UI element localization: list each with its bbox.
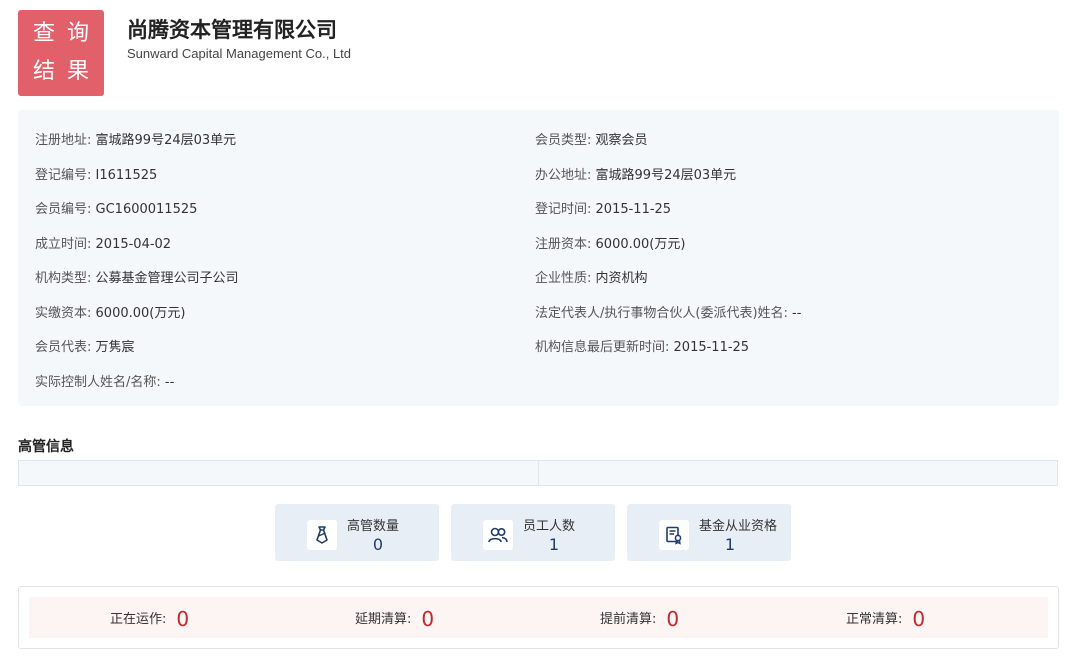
executives-section-title: 高管信息	[18, 439, 74, 455]
status-count: 0	[421, 607, 435, 631]
info-legal-representative: 法定代表人/执行事物合伙人(委派代表)姓名: --	[535, 302, 801, 321]
info-value: 2015-04-02	[95, 237, 172, 252]
executives-table-cell	[539, 461, 1058, 485]
company-name-cn: 尚腾资本管理有限公司	[127, 18, 337, 42]
info-member-representative: 会员代表: 万隽宸	[35, 336, 135, 355]
info-value: 2015-11-25	[595, 202, 672, 217]
info-key: 实际控制人姓名/名称:	[35, 375, 161, 390]
status-operating: 正在运作: 0	[110, 607, 189, 631]
info-key: 会员代表:	[35, 340, 92, 355]
info-org-type: 机构类型: 公募基金管理公司子公司	[35, 267, 239, 286]
stat-label: 员工人数	[523, 519, 576, 534]
info-key: 机构信息最后更新时间:	[535, 340, 670, 355]
status-label: 正在运作:	[110, 612, 167, 627]
info-key: 法定代表人/执行事物合伙人(委派代表)姓名:	[535, 306, 788, 321]
info-established-date: 成立时间: 2015-04-02	[35, 233, 171, 252]
info-key: 注册地址:	[35, 133, 92, 148]
badge-line-1: 查询	[32, 21, 101, 46]
status-label: 延期清算:	[355, 612, 412, 627]
info-value: 富城路99号24层03单元	[95, 133, 237, 148]
info-value: 6000.00(万元)	[95, 306, 186, 321]
info-registered-capital: 注册资本: 6000.00(万元)	[535, 233, 685, 252]
tie-icon	[307, 520, 337, 550]
query-result-badge: 查询 结果	[18, 10, 104, 96]
info-key: 机构类型:	[35, 271, 92, 286]
status-normal-liquidation: 正常清算: 0	[846, 607, 925, 631]
executives-table	[18, 460, 1058, 486]
badge-line-2: 结果	[32, 59, 101, 84]
info-value: --	[164, 375, 175, 390]
info-value: --	[792, 306, 802, 321]
info-member-number: 会员编号: GC1600011525	[35, 198, 197, 217]
info-value: 富城路99号24层03单元	[595, 168, 737, 183]
company-name-en: Sunward Capital Management Co., Ltd	[127, 46, 352, 61]
stat-card-executive-count[interactable]: 高管数量 0	[275, 504, 439, 561]
info-value: 2015-11-25	[673, 340, 750, 355]
status-count: 0	[666, 607, 680, 631]
status-count: 0	[912, 607, 926, 631]
company-info-panel: 注册地址: 富城路99号24层03单元 登记编号: I1611525 会员编号:…	[18, 110, 1059, 406]
info-key: 会员编号:	[35, 202, 92, 217]
info-last-update: 机构信息最后更新时间: 2015-11-25	[535, 336, 749, 355]
info-enterprise-nature: 企业性质: 内资机构	[535, 267, 648, 286]
info-value: I1611525	[95, 168, 158, 183]
info-office-address: 办公地址: 富城路99号24层03单元	[535, 164, 736, 183]
info-key: 企业性质:	[535, 271, 592, 286]
info-value: 公募基金管理公司子公司	[95, 271, 239, 286]
executives-table-cell	[19, 461, 539, 485]
info-key: 实缴资本:	[35, 306, 92, 321]
stat-label: 高管数量	[347, 519, 400, 534]
stat-card-fund-qualification[interactable]: 基金从业资格 1	[627, 504, 791, 561]
info-value: 6000.00(万元)	[595, 237, 686, 252]
stat-value: 1	[724, 535, 736, 554]
status-delayed-liquidation: 延期清算: 0	[355, 607, 434, 631]
info-member-type: 会员类型: 观察会员	[535, 129, 648, 148]
info-key: 办公地址:	[535, 168, 592, 183]
info-registered-address: 注册地址: 富城路99号24层03单元	[35, 129, 236, 148]
info-paid-capital: 实缴资本: 6000.00(万元)	[35, 302, 185, 321]
info-actual-controller: 实际控制人姓名/名称: --	[35, 371, 174, 390]
status-label: 提前清算:	[600, 612, 657, 627]
info-value: 内资机构	[595, 271, 648, 286]
certificate-icon	[659, 520, 689, 550]
info-value: 万隽宸	[95, 340, 135, 355]
stat-card-employee-count[interactable]: 员工人数 1	[451, 504, 615, 561]
info-key: 成立时间:	[35, 237, 92, 252]
stat-label: 基金从业资格	[699, 519, 778, 534]
stat-value: 1	[548, 535, 560, 554]
info-value: GC1600011525	[95, 202, 198, 217]
info-value: 观察会员	[595, 133, 648, 148]
fund-status-inner: 正在运作: 0 延期清算: 0 提前清算: 0 正常清算: 0	[29, 597, 1048, 638]
status-label: 正常清算:	[846, 612, 903, 627]
fund-status-summary: 正在运作: 0 延期清算: 0 提前清算: 0 正常清算: 0	[18, 586, 1059, 649]
status-early-liquidation: 提前清算: 0	[600, 607, 679, 631]
info-key: 会员类型:	[535, 133, 592, 148]
info-registration-date: 登记时间: 2015-11-25	[535, 198, 671, 217]
people-icon	[483, 520, 513, 550]
info-key: 登记编号:	[35, 168, 92, 183]
info-registration-number: 登记编号: I1611525	[35, 164, 157, 183]
stat-value: 0	[372, 535, 384, 554]
info-key: 登记时间:	[535, 202, 592, 217]
info-key: 注册资本:	[535, 237, 592, 252]
status-count: 0	[176, 607, 190, 631]
